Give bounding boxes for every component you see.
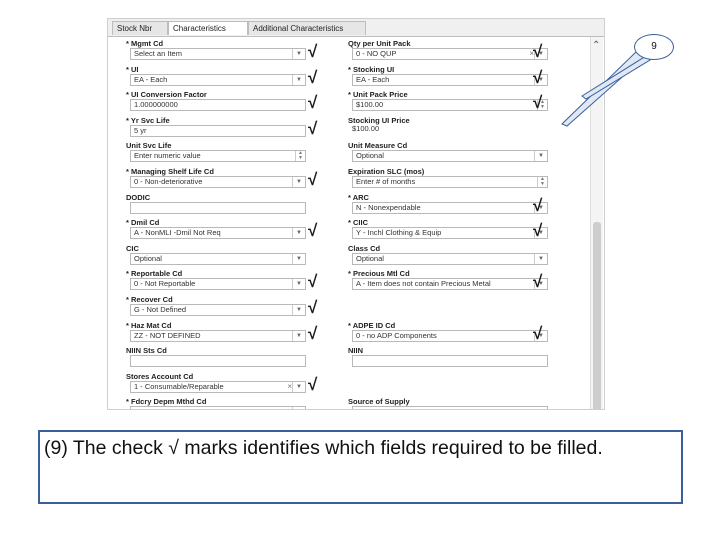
callout-box: (9) The check √ marks identifies which f…	[38, 430, 683, 504]
callout-badge: 9	[634, 34, 674, 60]
callout-text: (9) The check √ marks identifies which f…	[44, 437, 603, 459]
